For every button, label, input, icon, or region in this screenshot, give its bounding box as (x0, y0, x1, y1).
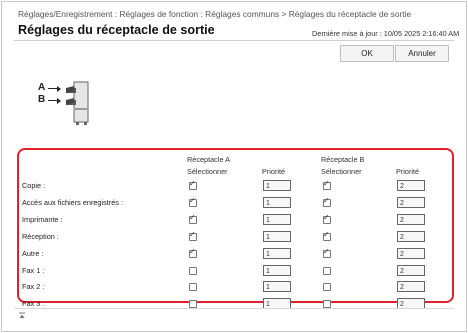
settings-window: Réglages/Enregistrement : Réglages de fo… (1, 1, 467, 332)
receptacle-b-checkbox[interactable] (323, 230, 331, 241)
page-title: Réglages du réceptacle de sortie (18, 23, 215, 37)
receptacle-b-priority-field[interactable]: 2 (397, 264, 425, 276)
receptacle-b-checkbox[interactable] (323, 247, 331, 258)
receptacle-a-priority-field[interactable]: 1 (263, 230, 291, 242)
receptacle-b-checkbox[interactable] (323, 179, 331, 190)
finisher-icon (66, 81, 89, 125)
output-tray-diagram: A B (38, 78, 98, 128)
receptacle-b-priority-field[interactable]: 2 (397, 230, 425, 242)
header-divider (14, 40, 454, 41)
receptacle-b-header: Réceptacle B (321, 155, 365, 164)
tray-b-label: B (38, 94, 46, 105)
row-label: Réception : (22, 231, 59, 241)
row-label: Accès aux fichiers enregistrés : (22, 197, 123, 207)
receptacle-settings-panel: Réceptacle A Sélectionner Priorité Récep… (17, 148, 454, 310)
receptacle-a-priority-field[interactable]: 1 (263, 196, 291, 208)
row-label: Fax 3 : (22, 299, 45, 309)
breadcrumb: Réglages/Enregistrement : Réglages de fo… (18, 9, 412, 19)
row-label: Fax 1 : (22, 265, 45, 275)
receptacle-b-checkbox[interactable] (323, 283, 331, 292)
last-updated-text: Dernière mise à jour : 10/05 2025 2:16:4… (312, 29, 460, 38)
receptacle-a-checkbox[interactable] (189, 266, 197, 275)
footer-divider (14, 308, 454, 309)
tray-a-label: A (38, 82, 46, 93)
receptacle-a-header: Réceptacle A (187, 155, 230, 164)
receptacle-a-priority-field[interactable]: 1 (263, 180, 291, 191)
receptacle-a-checkbox[interactable] (189, 213, 197, 224)
receptacle-b-checkbox[interactable] (323, 213, 331, 224)
receptacle-a-checkbox[interactable] (189, 230, 197, 241)
receptacle-a-checkbox[interactable] (189, 179, 197, 190)
row-label: Autre : (22, 248, 44, 258)
tray-a-arrow-icon (48, 85, 61, 93)
receptacle-a-priority-field[interactable]: 1 (263, 247, 291, 259)
receptacle-b-checkbox[interactable] (323, 196, 331, 207)
receptacle-b-priority-field[interactable]: 2 (397, 281, 425, 293)
receptacle-a-checkbox[interactable] (189, 196, 197, 207)
receptacle-b-select-header: Sélectionner (321, 167, 362, 176)
row-label: Fax 2 : (22, 282, 45, 292)
receptacle-a-checkbox[interactable] (189, 247, 197, 258)
row-label: Imprimante : (22, 214, 63, 224)
ok-button[interactable]: OK (340, 45, 394, 62)
receptacle-a-priority-field[interactable]: 1 (263, 213, 291, 225)
scroll-to-top-icon[interactable] (18, 312, 26, 320)
receptacle-a-select-header: Sélectionner (187, 167, 228, 176)
receptacle-a-priority-field[interactable]: 1 (263, 281, 291, 293)
tray-b-arrow-icon (48, 97, 61, 105)
receptacle-b-priority-field[interactable]: 2 (397, 196, 425, 208)
receptacle-b-priority-field[interactable]: 2 (397, 213, 425, 225)
receptacle-b-priority-field[interactable]: 2 (397, 180, 425, 191)
receptacle-a-priority-field[interactable]: 1 (263, 264, 291, 276)
receptacle-b-priority-field[interactable]: 2 (397, 247, 425, 259)
receptacle-b-priority-header: Priorité (396, 167, 420, 176)
receptacle-a-checkbox[interactable] (189, 283, 197, 292)
receptacle-a-priority-header: Priorité (262, 167, 286, 176)
row-label: Copie : (22, 181, 46, 190)
cancel-button[interactable]: Annuler (395, 45, 449, 62)
receptacle-b-checkbox[interactable] (323, 266, 331, 275)
